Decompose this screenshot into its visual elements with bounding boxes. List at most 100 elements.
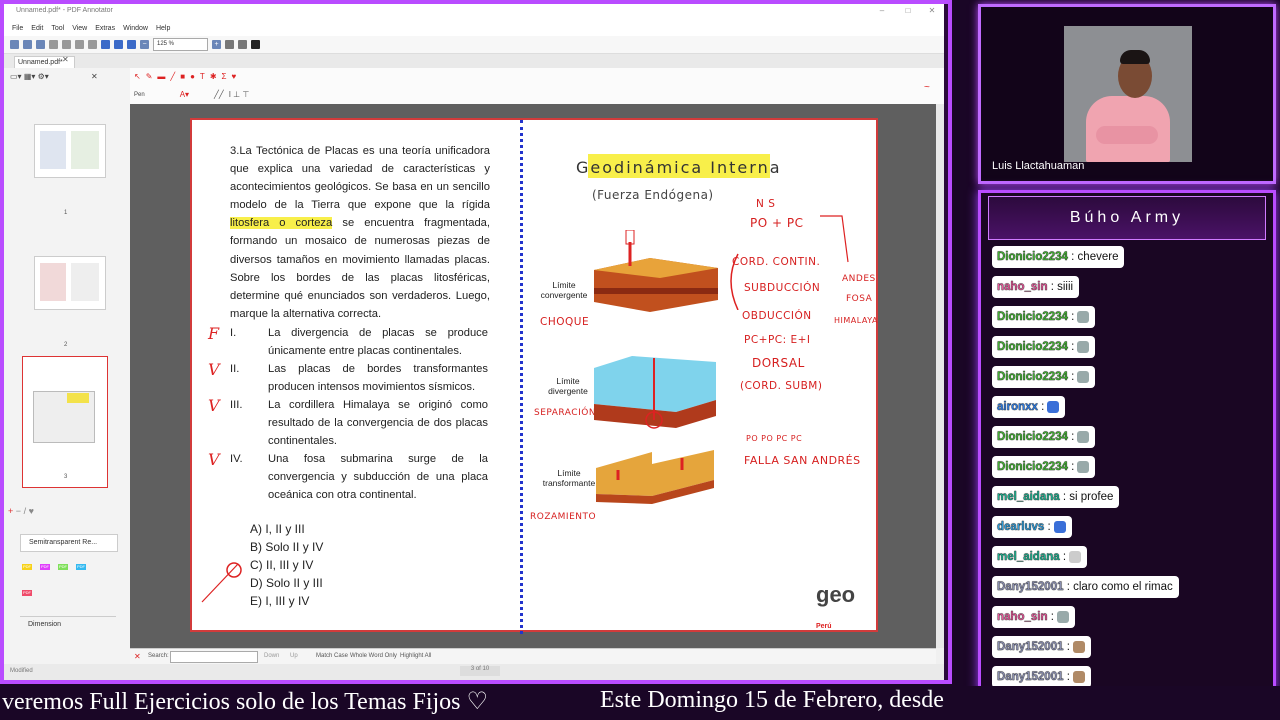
chat-username[interactable]: Dany152001 (997, 671, 1064, 683)
find-icon[interactable] (127, 40, 136, 49)
chat-username[interactable]: Dionicio2234 (997, 311, 1068, 323)
search-down-button[interactable]: Down (264, 653, 279, 659)
rectangle-tool-icon[interactable]: ■ (180, 72, 185, 81)
sigma-icon[interactable]: Σ (222, 72, 227, 81)
stamp-tool-icon[interactable]: ✱ (210, 72, 217, 81)
annotation-collapse-icon[interactable]: ~ (924, 82, 930, 93)
select-tool-icon[interactable]: ↖ (134, 72, 141, 81)
page-indicator[interactable]: 3 of 10 (460, 666, 500, 676)
chat-username[interactable]: Dionicio2234 (997, 461, 1068, 473)
chat-username[interactable]: naho_sin (997, 611, 1048, 623)
sidebar-close-icon[interactable]: ✕ (91, 72, 98, 81)
menu-tool[interactable]: Tool (51, 25, 64, 32)
chat-username[interactable]: Dionicio2234 (997, 371, 1068, 383)
sidebar-view-icon[interactable]: ▭▾ (10, 72, 22, 81)
option-c: C) II, III y IV (250, 558, 314, 572)
minimize-icon[interactable]: – (876, 6, 888, 16)
scrolling-ticker: veremos Full Ejercicios solo de los Tema… (0, 686, 1280, 720)
chat-message: naho_sin : siiii (992, 276, 1272, 306)
chat-username[interactable]: Dionicio2234 (997, 341, 1068, 353)
property-preset-2[interactable]: Dimension (20, 616, 116, 631)
fullscreen-icon[interactable] (251, 40, 260, 49)
new-icon[interactable] (10, 40, 19, 49)
swatch-yellow[interactable]: PDF (22, 564, 32, 570)
favorite-icon[interactable]: ♥ (29, 506, 34, 516)
menu-view[interactable]: View (72, 25, 87, 32)
highlighter-icon[interactable]: ▬ (157, 72, 165, 81)
menu-help[interactable]: Help (156, 25, 170, 32)
chat-username[interactable]: Dany152001 (997, 581, 1064, 593)
close-icon[interactable]: ✕ (926, 6, 938, 16)
zoom-in-icon[interactable]: + (212, 40, 221, 49)
pen-tool-icon[interactable]: ✎ (146, 72, 153, 81)
swatch-green[interactable]: PDF (58, 564, 68, 570)
menu-edit[interactable]: Edit (31, 25, 43, 32)
redo-icon[interactable] (114, 40, 123, 49)
swatch-blue[interactable]: PDF (76, 564, 86, 570)
pdf-annotator-window: Unnamed.pdf* - PDF Annotator – □ ✕ File … (4, 4, 944, 680)
maximize-icon[interactable]: □ (902, 6, 914, 16)
chat-username[interactable]: dearluvs (997, 521, 1045, 533)
property-preset-label: Semitransparent Re... (29, 539, 98, 546)
tab-close-icon[interactable]: ✕ (62, 55, 69, 64)
chat-username[interactable]: naho_sin (997, 281, 1048, 293)
sidebar-tools-icon[interactable]: ⚙▾ (38, 72, 49, 81)
print-icon[interactable] (49, 40, 58, 49)
zoom-select[interactable]: 125 % (153, 38, 208, 51)
status-bar: Modified 3 of 10 (4, 664, 944, 680)
edit-icon[interactable]: / (24, 506, 27, 516)
chat-username[interactable]: Dionicio2234 (997, 431, 1068, 443)
page-thumbnail-2[interactable] (34, 256, 106, 310)
property-preset-1[interactable]: Semitransparent Re... (20, 534, 118, 552)
page-thumbnail-3-selected[interactable] (22, 356, 108, 488)
sidebar-grid-icon[interactable]: ▦▾ (24, 72, 36, 81)
fit-width-icon[interactable] (238, 40, 247, 49)
presenter-hair (1120, 50, 1150, 64)
search-close-icon[interactable]: ✕ (134, 652, 141, 661)
ticker-text-left: veremos Full Ejercicios solo de los Tema… (2, 689, 489, 715)
menu-window[interactable]: Window (123, 25, 148, 32)
statement-3-num: III. (230, 399, 243, 411)
chat-username[interactable]: mel_aidana (997, 491, 1060, 503)
pen-color-icon[interactable]: A▾ (180, 90, 189, 99)
paste-icon[interactable] (75, 40, 84, 49)
add-icon[interactable]: + (8, 506, 13, 516)
emote-icon (1077, 310, 1090, 323)
line-tool-icon[interactable]: ╱ (170, 72, 175, 81)
chat-username[interactable]: Dany152001 (997, 641, 1064, 653)
remove-icon[interactable]: − (16, 506, 21, 516)
match-case-toggle[interactable]: Match Case (316, 653, 348, 659)
annotation-tools-row: + − / ♥ (8, 506, 124, 520)
chat-message: mel_aidana : (992, 546, 1272, 576)
swatch-red[interactable]: PDF (22, 590, 32, 596)
menu-extras[interactable]: Extras (95, 25, 115, 32)
chat-username[interactable]: aironxx (997, 401, 1038, 413)
vertical-scrollbar[interactable] (936, 104, 944, 648)
note-dorsal: DORSAL (752, 356, 805, 370)
zoom-out-icon[interactable]: − (140, 40, 149, 49)
whole-word-toggle[interactable]: Whole Word Only (350, 653, 397, 659)
pen-width-icon[interactable]: ╱╱ (214, 90, 224, 99)
chat-message: Dionicio2234 : (992, 426, 1272, 456)
question-intro: 3.La Tectónica de Placas es una teoría u… (230, 145, 490, 212)
pen-format-icon[interactable]: I ⊥ ⊤ (229, 90, 250, 99)
ellipse-tool-icon[interactable]: ● (190, 72, 195, 81)
open-icon[interactable] (23, 40, 32, 49)
menu-file[interactable]: File (12, 25, 23, 32)
chat-username[interactable]: Dionicio2234 (997, 251, 1068, 263)
chat-header: Búho Army (988, 196, 1266, 240)
delete-icon[interactable] (88, 40, 97, 49)
highlight-all-toggle[interactable]: Highlight All (400, 653, 431, 659)
save-icon[interactable] (36, 40, 45, 49)
page-thumbnail-1[interactable] (34, 124, 106, 178)
swatch-magenta[interactable]: PDF (40, 564, 50, 570)
heart-icon[interactable]: ♥ (231, 72, 236, 81)
chat-bubble: naho_sin : (992, 606, 1075, 628)
text-tool-icon[interactable]: T (200, 72, 205, 81)
search-input[interactable] (170, 651, 258, 663)
copy-icon[interactable] (62, 40, 71, 49)
chat-username[interactable]: mel_aidana (997, 551, 1060, 563)
search-up-button[interactable]: Up (290, 653, 298, 659)
fit-page-icon[interactable] (225, 40, 234, 49)
undo-icon[interactable] (101, 40, 110, 49)
